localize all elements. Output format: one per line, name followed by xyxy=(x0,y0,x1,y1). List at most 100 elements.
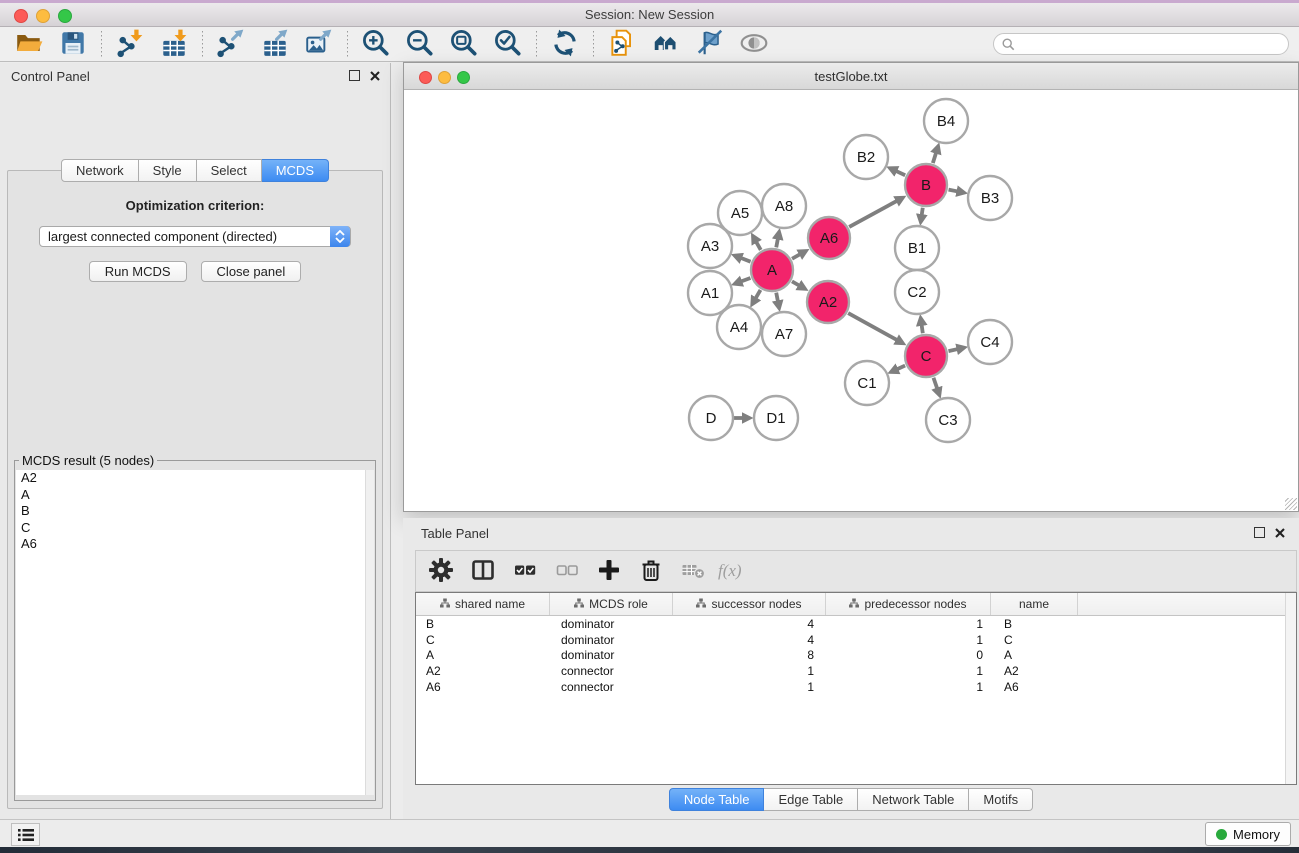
refresh-button[interactable] xyxy=(546,29,584,59)
network-from-selection-button[interactable] xyxy=(603,29,641,59)
node-table[interactable]: shared nameMCDS rolesuccessor nodesprede… xyxy=(415,592,1297,785)
tab-edge-table[interactable]: Edge Table xyxy=(764,788,858,811)
import-table-button[interactable] xyxy=(155,29,193,59)
add-row-button[interactable] xyxy=(592,555,626,587)
table-cell[interactable]: 0 xyxy=(826,648,991,662)
table-cell[interactable]: 8 xyxy=(673,648,826,662)
graph-edge-A-A3[interactable] xyxy=(741,258,751,262)
graph-edge-C-C2[interactable] xyxy=(922,325,923,334)
open-session-button[interactable] xyxy=(10,29,48,59)
network-window-titlebar[interactable]: testGlobe.txt xyxy=(404,63,1298,90)
tab-select[interactable]: Select xyxy=(197,159,262,182)
export-network-button[interactable] xyxy=(212,29,250,59)
close-panel-icon[interactable] xyxy=(370,71,380,81)
delete-row-button[interactable] xyxy=(634,555,668,587)
table-row[interactable]: Adominator80A xyxy=(416,647,1296,663)
table-cell[interactable]: 4 xyxy=(673,633,826,647)
graph-edge-A-A5[interactable] xyxy=(756,242,761,250)
run-mcds-button[interactable]: Run MCDS xyxy=(89,261,187,282)
table-cell[interactable]: 1 xyxy=(826,617,991,631)
table-cell[interactable]: A2 xyxy=(991,664,1078,678)
graph-edge-B-B1[interactable] xyxy=(922,208,923,216)
graph-edge-A-A7[interactable] xyxy=(776,293,778,302)
search-box[interactable] xyxy=(993,33,1289,55)
table-cell[interactable]: 4 xyxy=(673,617,826,631)
hide-graphics-details-button[interactable] xyxy=(691,29,729,59)
mcds-result-item[interactable]: B xyxy=(16,503,374,520)
table-cell[interactable]: 1 xyxy=(673,664,826,678)
network-graph[interactable]: B4B2BB3A8A5A6A3B1AC2A1A2A4A7C4CC1DD1C3 xyxy=(404,89,1298,511)
graph-edge-A-A2[interactable] xyxy=(792,281,799,285)
graph-edge-A-A6[interactable] xyxy=(792,254,800,259)
mcds-result-item[interactable]: A xyxy=(16,487,374,504)
columns-button[interactable] xyxy=(466,555,500,587)
export-image-button[interactable] xyxy=(300,29,338,59)
column-header-predecessor-nodes[interactable]: predecessor nodes xyxy=(826,593,991,615)
table-cell[interactable]: A2 xyxy=(416,664,550,678)
tab-network-table[interactable]: Network Table xyxy=(858,788,969,811)
show-all-networks-button[interactable] xyxy=(647,29,685,59)
table-row[interactable]: Cdominator41C xyxy=(416,632,1296,648)
window-resize-grip[interactable] xyxy=(1285,498,1297,510)
table-row[interactable]: Bdominator41B xyxy=(416,616,1296,632)
zoom-out-button[interactable] xyxy=(401,29,439,59)
table-cell[interactable]: 1 xyxy=(826,680,991,694)
criterion-dropdown[interactable]: largest connected component (directed) xyxy=(39,226,351,247)
column-header-shared-name[interactable]: shared name xyxy=(416,593,550,615)
mcds-result-item[interactable]: A6 xyxy=(16,536,374,553)
table-cell[interactable]: 1 xyxy=(826,633,991,647)
show-panels-button[interactable] xyxy=(11,823,40,846)
graph-edge-B-B3[interactable] xyxy=(949,190,958,192)
search-input[interactable] xyxy=(1019,36,1280,52)
column-header-MCDS-role[interactable]: MCDS role xyxy=(550,593,673,615)
zoom-fit-button[interactable] xyxy=(445,29,483,59)
show-graphics-details-button[interactable] xyxy=(735,29,773,59)
table-cell[interactable]: A6 xyxy=(991,680,1078,694)
table-cell[interactable]: A6 xyxy=(416,680,550,694)
table-cell[interactable]: 1 xyxy=(673,680,826,694)
table-cell[interactable]: dominator xyxy=(550,617,673,631)
table-cell[interactable]: B xyxy=(991,617,1078,631)
mcds-result-list[interactable]: A2ABCA6 xyxy=(16,470,374,795)
deselect-all-checkboxes-button[interactable] xyxy=(550,555,584,587)
table-cell[interactable]: connector xyxy=(550,664,673,678)
column-header-successor-nodes[interactable]: successor nodes xyxy=(673,593,826,615)
tab-style[interactable]: Style xyxy=(139,159,197,182)
tab-mcds[interactable]: MCDS xyxy=(262,159,329,182)
graph-edge-B-B2[interactable] xyxy=(896,171,905,175)
graph-edge-B-B4[interactable] xyxy=(933,152,936,163)
table-cell[interactable]: connector xyxy=(550,680,673,694)
column-header-name[interactable]: name xyxy=(991,593,1078,615)
table-cell[interactable]: dominator xyxy=(550,648,673,662)
table-cell[interactable]: 1 xyxy=(826,664,991,678)
graph-edge-C-C1[interactable] xyxy=(897,366,905,370)
float-panel-icon[interactable] xyxy=(349,70,360,81)
delete-table-button[interactable] xyxy=(676,555,710,587)
table-scrollbar[interactable] xyxy=(1285,593,1296,784)
table-cell[interactable]: B xyxy=(416,617,550,631)
import-network-button[interactable] xyxy=(111,29,149,59)
zoom-selected-button[interactable] xyxy=(489,29,527,59)
graph-edge-A-A8[interactable] xyxy=(776,238,778,247)
tab-node-table[interactable]: Node Table xyxy=(669,788,765,811)
graph-edge-C-C4[interactable] xyxy=(948,349,957,351)
table-cell[interactable]: C xyxy=(416,633,550,647)
graph-edge-A6-B[interactable] xyxy=(849,201,897,227)
select-all-checkboxes-button[interactable] xyxy=(508,555,542,587)
table-cell[interactable]: A xyxy=(416,648,550,662)
close-panel-button[interactable]: Close panel xyxy=(201,261,302,282)
save-session-button[interactable] xyxy=(54,29,92,59)
network-canvas[interactable]: B4B2BB3A8A5A6A3B1AC2A1A2A4A7C4CC1DD1C3 xyxy=(404,89,1298,511)
mcds-result-item[interactable]: C xyxy=(16,520,374,537)
function-builder-button[interactable]: f(x) xyxy=(718,561,742,581)
graph-edge-C-C3[interactable] xyxy=(933,378,937,389)
graph-edge-A-A4[interactable] xyxy=(756,290,761,299)
graph-edge-A-A1[interactable] xyxy=(741,278,750,282)
table-row[interactable]: A6connector11A6 xyxy=(416,679,1296,695)
zoom-in-button[interactable] xyxy=(357,29,395,59)
table-cell[interactable]: dominator xyxy=(550,633,673,647)
table-cell[interactable]: C xyxy=(991,633,1078,647)
memory-button[interactable]: Memory xyxy=(1205,822,1291,846)
main-titlebar[interactable]: Session: New Session xyxy=(0,3,1299,27)
table-cell[interactable]: A xyxy=(991,648,1078,662)
